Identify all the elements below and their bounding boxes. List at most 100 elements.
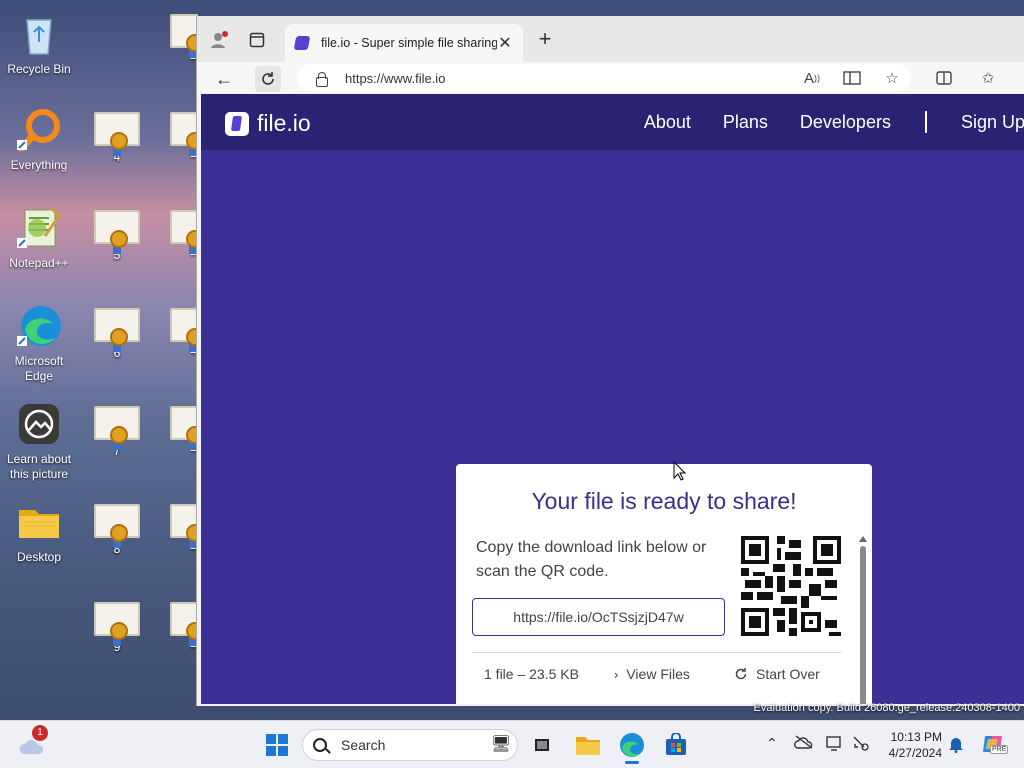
- weather-widget[interactable]: 1: [18, 725, 48, 759]
- scroll-thumb[interactable]: [860, 546, 866, 704]
- certificate-file-7[interactable]: 7: [92, 406, 142, 458]
- certificate-file-5[interactable]: 5: [92, 210, 142, 262]
- site-header: file.io About Plans Developers Sign Up: [201, 94, 1024, 150]
- certificate-icon: [170, 210, 198, 254]
- share-card: Your file is ready to share! Copy the do…: [456, 464, 872, 704]
- search-icon: [313, 738, 327, 752]
- taskbar-search[interactable]: Search 🖥: [302, 729, 518, 761]
- file-explorer-button[interactable]: [574, 731, 602, 759]
- certificate-icon: [94, 308, 140, 352]
- tab-actions-icon[interactable]: [245, 28, 269, 52]
- lock-icon[interactable]: [315, 72, 328, 87]
- card-scrollbar[interactable]: [859, 536, 867, 704]
- partial-certificate[interactable]: 1: [170, 406, 198, 454]
- scroll-up-icon[interactable]: [859, 536, 867, 542]
- certificate-icon: [94, 504, 140, 548]
- partial-certificate[interactable]: 1: [170, 112, 198, 160]
- folder-icon: [15, 498, 63, 546]
- task-view-icon: [535, 739, 549, 751]
- desktop-folder-label: Desktop: [16, 550, 62, 564]
- file-info: 1 file – 23.5 KB: [484, 666, 579, 682]
- mouse-cursor-icon: [673, 461, 687, 481]
- view-files-button[interactable]: › View Files: [614, 666, 690, 682]
- certificate-icon: [170, 308, 198, 352]
- store-button[interactable]: [662, 731, 690, 759]
- partial-certificate[interactable]: 1: [170, 14, 198, 62]
- notifications-bell-icon[interactable]: [948, 735, 964, 756]
- recycle-bin-shortcut[interactable]: Recycle Bin: [0, 10, 78, 77]
- profile-icon[interactable]: [207, 28, 231, 52]
- qr-code-icon: [741, 536, 841, 636]
- edge-shortcut[interactable]: Microsoft Edge: [0, 302, 78, 384]
- partial-certificate[interactable]: 1: [170, 504, 198, 552]
- close-tab-icon[interactable]: ✕: [497, 33, 513, 53]
- learn-picture-shortcut[interactable]: Learn about this picture: [0, 400, 78, 482]
- recycle-bin-icon: [15, 10, 63, 58]
- nav-about[interactable]: About: [644, 112, 691, 133]
- site-logo[interactable]: file.io: [225, 110, 311, 137]
- copilot-button[interactable]: PRE: [980, 731, 1009, 760]
- certificate-icon: [170, 112, 198, 156]
- onedrive-offline-icon[interactable]: [794, 735, 814, 752]
- refresh-icon: [735, 668, 747, 680]
- nav-plans[interactable]: Plans: [723, 112, 768, 133]
- certificate-icon: [170, 14, 198, 58]
- fileio-logo-icon: [225, 111, 249, 136]
- read-aloud-icon[interactable]: A)): [801, 67, 823, 89]
- new-tab-icon[interactable]: +: [533, 28, 557, 52]
- favorite-star-icon[interactable]: ☆: [881, 67, 903, 89]
- edge-label: Microsoft Edge: [14, 354, 64, 383]
- start-button[interactable]: [263, 731, 291, 759]
- start-over-button[interactable]: Start Over: [734, 666, 820, 682]
- certificate-icon: [170, 504, 198, 548]
- refresh-icon[interactable]: [255, 66, 281, 92]
- notepadpp-shortcut[interactable]: Notepad++: [0, 204, 78, 271]
- file-explorer-icon: [576, 737, 600, 755]
- certificate-file-4[interactable]: 4: [92, 112, 142, 164]
- tab-title: file.io - Super simple file sharing: [321, 36, 497, 50]
- copilot-pre-badge: PRE: [990, 745, 1009, 754]
- web-page: file.io About Plans Developers Sign Up Y…: [201, 94, 1024, 704]
- view-files-label: View Files: [626, 666, 690, 682]
- start-over-label: Start Over: [756, 666, 820, 682]
- partial-certificate[interactable]: 1: [170, 308, 198, 356]
- certificate-file-6[interactable]: 6: [92, 308, 142, 360]
- card-divider: [472, 652, 842, 653]
- edge-icon: [620, 733, 644, 757]
- active-indicator: [625, 761, 639, 764]
- search-highlight-icon: 🖥: [490, 736, 511, 753]
- notepadpp-label: Notepad++: [9, 256, 69, 270]
- partial-certificate[interactable]: 1: [170, 210, 198, 258]
- everything-shortcut[interactable]: Everything: [0, 106, 78, 173]
- certificate-icon: [170, 602, 198, 646]
- learn-picture-label: Learn about this picture: [6, 452, 72, 481]
- nav-sign-up[interactable]: Sign Up: [961, 112, 1024, 133]
- task-view-button[interactable]: [528, 731, 556, 759]
- show-hidden-icons-chevron-up-icon[interactable]: ⌃: [766, 735, 778, 752]
- split-screen-icon[interactable]: [933, 67, 955, 89]
- partial-certificate[interactable]: 1: [170, 602, 198, 650]
- chevron-right-icon: ›: [614, 666, 619, 682]
- download-link-field[interactable]: https://file.io/OcTSsjzjD47w: [472, 598, 725, 636]
- app-available-icon[interactable]: [841, 67, 863, 89]
- tab-fileio[interactable]: file.io - Super simple file sharing ✕: [285, 24, 523, 62]
- site-nav: About Plans Developers Sign Up: [612, 94, 1024, 150]
- back-arrow-icon[interactable]: ←: [211, 66, 237, 92]
- favorites-icon[interactable]: ✩: [977, 67, 999, 89]
- tab-bar: file.io - Super simple file sharing ✕ +: [197, 16, 1024, 62]
- edge-taskbar-button[interactable]: [618, 731, 646, 764]
- display-icon[interactable]: [826, 735, 844, 754]
- certificate-icon: [94, 112, 140, 156]
- edge-browser-window: file.io - Super simple file sharing ✕ + …: [196, 16, 1024, 706]
- certificate-icon: [94, 406, 140, 450]
- share-description: Copy the download link below or scan the…: [476, 539, 707, 580]
- system-clock[interactable]: 10:13 PM 4/27/2024: [872, 729, 942, 761]
- desktop-folder-shortcut[interactable]: Desktop: [0, 498, 78, 565]
- evaluation-watermark: Evaluation copy. Build 26080.ge_release.…: [753, 702, 1020, 714]
- certificate-file-9[interactable]: 9: [92, 602, 142, 654]
- everything-label: Everything: [10, 158, 68, 172]
- network-icon[interactable]: [852, 735, 870, 754]
- notification-badge: 1: [32, 725, 48, 741]
- nav-developers[interactable]: Developers: [800, 112, 891, 133]
- certificate-file-8[interactable]: 8: [92, 504, 142, 556]
